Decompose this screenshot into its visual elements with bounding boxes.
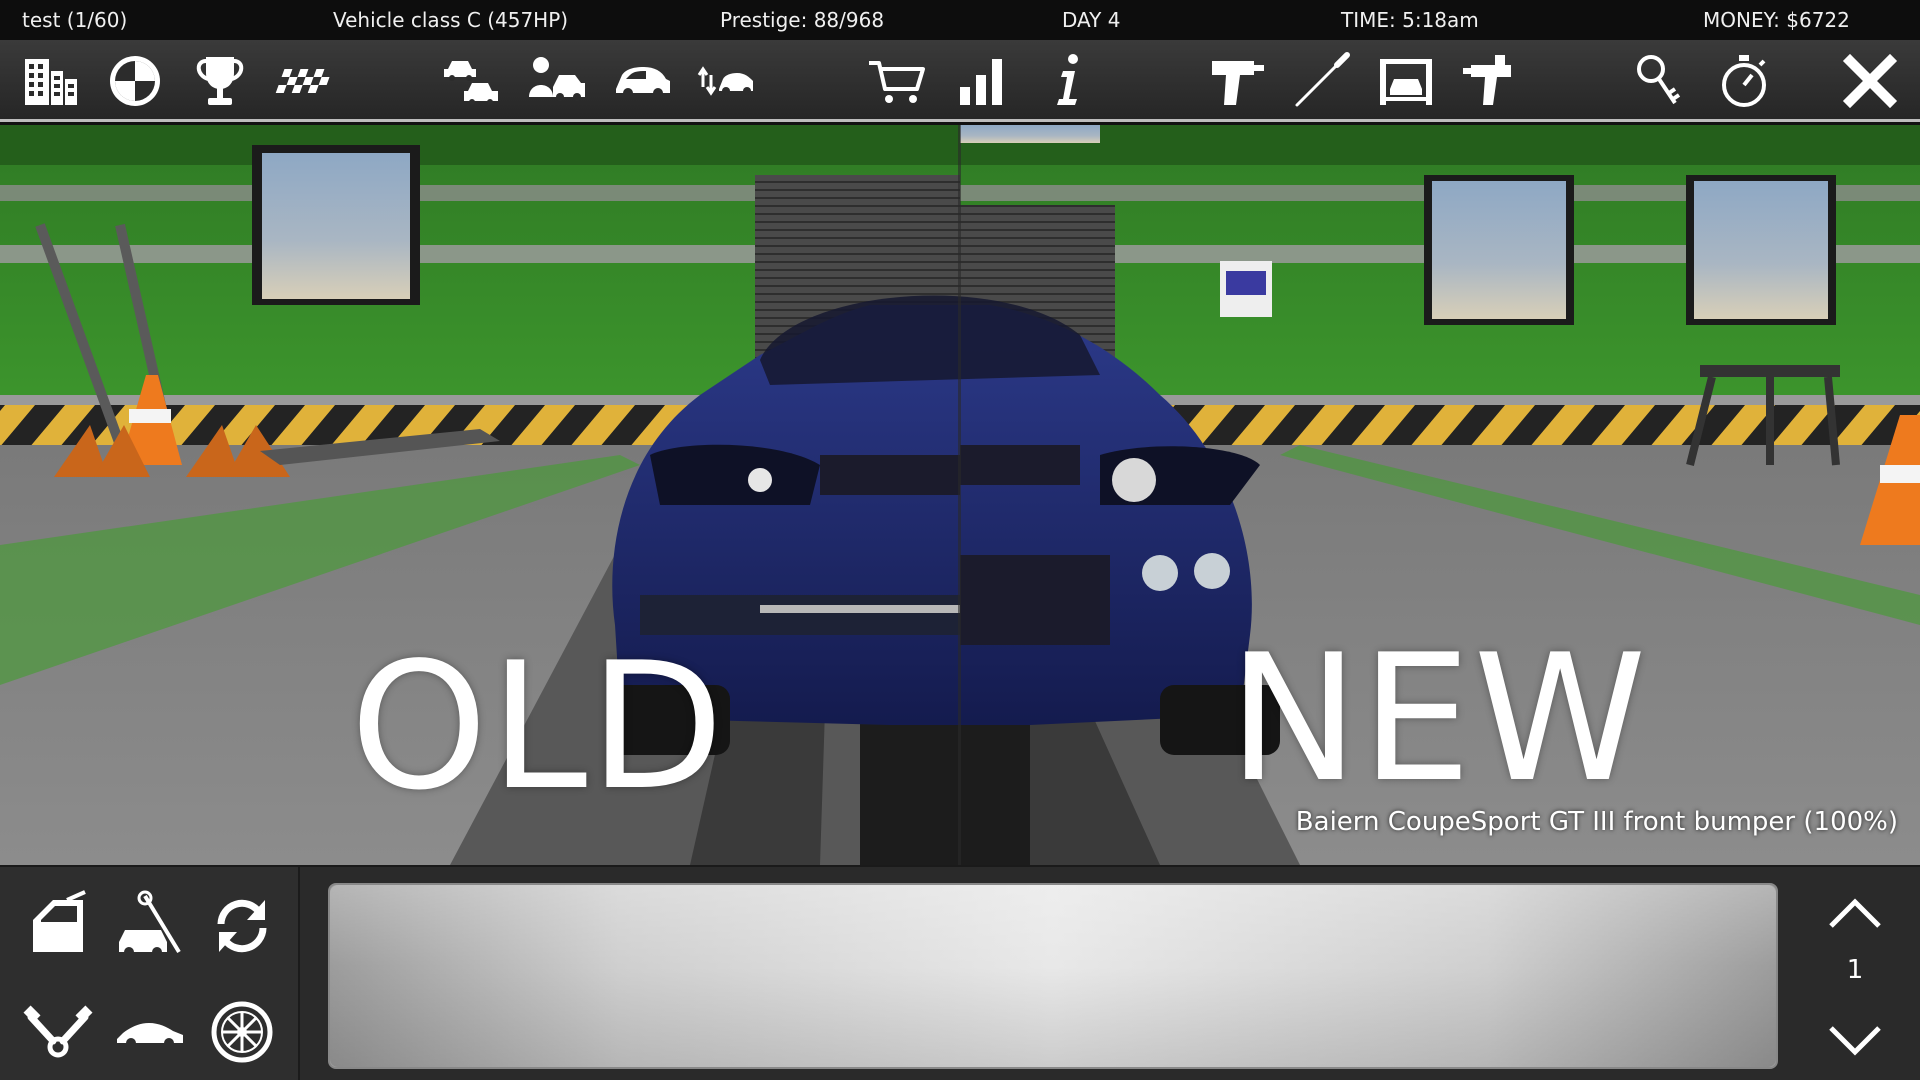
- chevron-up-icon: [1829, 898, 1881, 928]
- screwdriver-button[interactable]: [1286, 48, 1356, 114]
- city-button[interactable]: [16, 48, 86, 114]
- race-button[interactable]: [270, 48, 340, 114]
- car-body-button[interactable]: [108, 992, 192, 1072]
- checkered-flag-icon: [275, 69, 330, 93]
- shopping-cart-icon: [869, 61, 925, 103]
- car-button[interactable]: [607, 48, 677, 114]
- shop-button[interactable]: [862, 48, 932, 114]
- bottom-panel: 1: [0, 865, 1920, 1080]
- car-lift-icon: [1380, 59, 1432, 105]
- prestige: Prestige: 88/968: [720, 8, 885, 32]
- new-label: NEW: [1228, 618, 1649, 821]
- car-dealer-button[interactable]: [522, 48, 592, 114]
- car-door-icon: [33, 890, 86, 952]
- engine-button[interactable]: [16, 992, 100, 1072]
- day-counter: DAY 4: [1062, 8, 1121, 32]
- old-label: OLD: [350, 626, 726, 829]
- wheels-button[interactable]: [200, 992, 284, 1072]
- car-dealer-icon: [529, 57, 585, 101]
- car-repair-icon: [119, 890, 181, 957]
- parts-list[interactable]: [328, 883, 1778, 1069]
- repair-button[interactable]: [108, 885, 192, 965]
- game-time: TIME: 5:18am: [1341, 8, 1479, 32]
- info-button[interactable]: [1032, 48, 1102, 114]
- car-body-icon: [117, 1023, 183, 1048]
- car-icon: [616, 67, 670, 98]
- page-down-button[interactable]: [1822, 1017, 1888, 1067]
- refresh-button[interactable]: [200, 885, 284, 965]
- trophy-icon: [196, 57, 244, 105]
- profile-slot: test (1/60): [22, 8, 128, 32]
- screwdriver-icon: [1295, 52, 1350, 107]
- paint-gun-icon: [1463, 55, 1511, 105]
- rim-icon: [211, 1001, 273, 1063]
- body-parts-button[interactable]: [16, 885, 100, 965]
- achievements-button[interactable]: [185, 48, 255, 114]
- info-icon: [1057, 54, 1078, 105]
- stopwatch-icon: [1722, 55, 1766, 107]
- main-toolbar: [0, 40, 1920, 122]
- car-transfer-button[interactable]: [692, 48, 762, 114]
- category-panel: [0, 867, 300, 1080]
- pager: 1: [1790, 867, 1920, 1080]
- chevron-down-icon: [1829, 1026, 1881, 1056]
- refresh-icon: [217, 899, 267, 953]
- vehicle-class: Vehicle class C (457HP): [333, 8, 569, 32]
- car-lift-button[interactable]: [1371, 48, 1441, 114]
- stats-button[interactable]: [947, 48, 1017, 114]
- page-up-button[interactable]: [1822, 887, 1888, 937]
- close-icon: [1842, 53, 1898, 109]
- wheel-icon: [110, 56, 160, 106]
- close-button[interactable]: [1835, 48, 1905, 114]
- city-icon: [25, 59, 77, 105]
- drill-button[interactable]: [1201, 48, 1271, 114]
- keys-icon: [1637, 55, 1681, 105]
- tuning-button[interactable]: [100, 48, 170, 114]
- keys-button[interactable]: [1624, 48, 1694, 114]
- stopwatch-button[interactable]: [1709, 48, 1779, 114]
- garage-viewport[interactable]: OLD NEW Baiern CoupeSport GT III front b…: [0, 125, 1920, 865]
- page-number: 1: [1846, 955, 1864, 985]
- car-transfer-icon: [697, 66, 753, 96]
- paint-shop-button[interactable]: [1456, 48, 1526, 114]
- stats-icon: [960, 59, 1002, 105]
- car-swap-icon: [444, 61, 498, 105]
- drill-icon: [1212, 61, 1264, 105]
- part-caption: Baiern CoupeSport GT III front bumper (1…: [1295, 807, 1898, 837]
- engine-icon: [23, 1005, 93, 1058]
- money: MONEY: $6722: [1703, 8, 1850, 32]
- status-bar: test (1/60) Vehicle class C (457HP) Pres…: [0, 0, 1920, 40]
- garage-cars-button[interactable]: [437, 48, 507, 114]
